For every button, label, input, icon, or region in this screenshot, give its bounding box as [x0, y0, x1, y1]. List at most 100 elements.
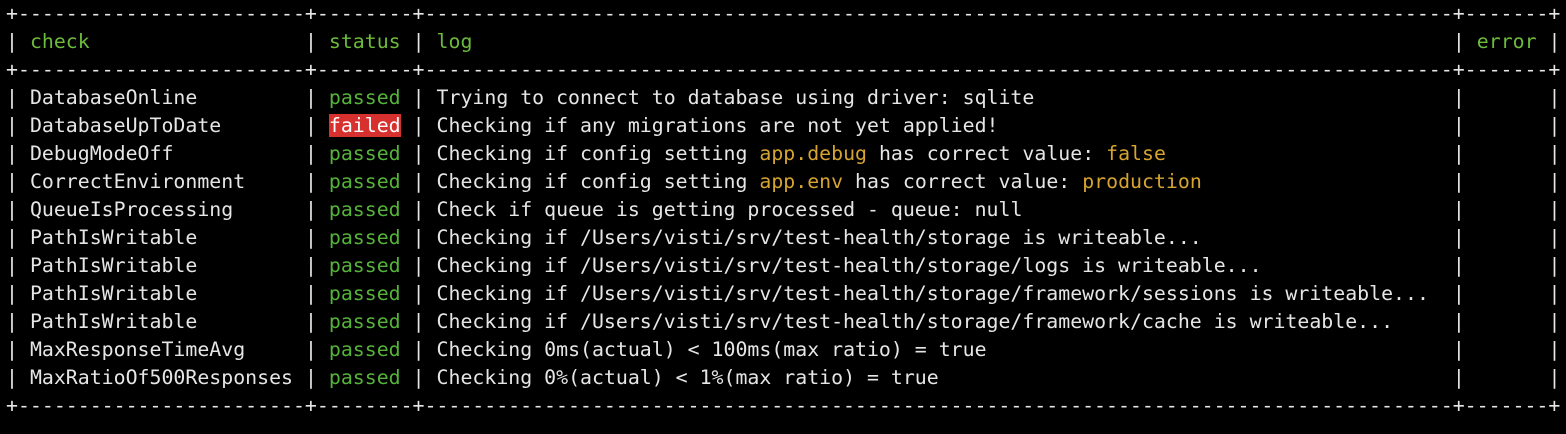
table-row: | MaxRatioOf500Responses | passed | Chec…: [6, 364, 1561, 392]
header-check: check: [29, 30, 90, 53]
column-separator: |: [1452, 366, 1465, 389]
column-separator: |: [304, 170, 317, 193]
cell-check: DebugModeOff: [29, 142, 174, 165]
cell-check: MaxResponseTimeAvg: [29, 338, 246, 361]
column-separator: |: [6, 226, 18, 249]
log-text: has correct value:: [866, 142, 1107, 165]
cell-check: PathIsWritable: [29, 282, 198, 305]
column-separator: |: [1452, 114, 1465, 137]
column-separator: |: [1548, 366, 1561, 389]
cell-check: MaxRatioOf500Responses: [29, 366, 293, 389]
log-text: Checking if config setting: [436, 142, 760, 165]
status-badge-passed: passed: [328, 86, 401, 109]
column-separator: |: [6, 198, 18, 221]
column-separator: |: [304, 198, 317, 221]
column-separator: |: [412, 254, 425, 277]
column-separator: |: [1548, 170, 1561, 193]
column-separator: |: [1548, 310, 1561, 333]
column-separator: |: [304, 226, 317, 249]
column-separator: |: [1548, 282, 1561, 305]
header-error: error: [1476, 30, 1537, 53]
column-separator: |: [1548, 226, 1561, 249]
column-separator: |: [412, 86, 425, 109]
column-separator: |: [6, 282, 18, 305]
column-separator: |: [412, 366, 425, 389]
log-text: Checking if /Users/visti/srv/test-health…: [436, 254, 1262, 277]
column-separator: |: [304, 282, 317, 305]
status-badge-passed: passed: [328, 198, 401, 221]
table-row: | PathIsWritable | passed | Checking if …: [6, 280, 1561, 308]
log-text: Checking if config setting: [436, 170, 760, 193]
status-badge-passed: passed: [328, 338, 401, 361]
cell-check: DatabaseUpToDate: [29, 114, 222, 137]
log-text: Trying to connect to database using driv…: [436, 86, 1035, 109]
column-separator: |: [1452, 30, 1465, 53]
column-separator: |: [6, 338, 18, 361]
table-row: | QueueIsProcessing | passed | Check if …: [6, 196, 1561, 224]
column-separator: |: [1548, 114, 1561, 137]
column-separator: |: [412, 282, 425, 305]
column-separator: |: [1548, 254, 1561, 277]
log-text: Checking if /Users/visti/srv/test-health…: [436, 282, 1429, 305]
column-separator: |: [412, 142, 425, 165]
table-top-border: +------------------------+--------+-----…: [6, 2, 1561, 25]
table-row: | PathIsWritable | passed | Checking if …: [6, 308, 1561, 336]
cell-check: CorrectEnvironment: [29, 170, 246, 193]
status-badge-passed: passed: [328, 282, 401, 305]
column-separator: |: [1548, 86, 1561, 109]
column-separator: |: [1452, 86, 1465, 109]
status-badge-passed: passed: [328, 142, 401, 165]
column-separator: |: [412, 338, 425, 361]
column-separator: |: [304, 114, 317, 137]
column-separator: |: [6, 366, 18, 389]
table-row: | DebugModeOff | passed | Checking if co…: [6, 140, 1561, 168]
log-text: Check if queue is getting processed - qu…: [436, 198, 1023, 221]
log-text: Checking if /Users/visti/srv/test-health…: [436, 310, 1394, 333]
log-highlight: app.debug: [759, 142, 867, 165]
log-text: Checking if any migrations are not yet a…: [436, 114, 999, 137]
column-separator: |: [1452, 310, 1465, 333]
column-separator: |: [1452, 142, 1465, 165]
terminal-output: +------------------------+--------+-----…: [6, 0, 1561, 420]
table-row: | DatabaseOnline | passed | Trying to co…: [6, 84, 1561, 112]
column-separator: |: [412, 226, 425, 249]
column-separator: |: [1548, 198, 1561, 221]
column-separator: |: [6, 310, 18, 333]
cell-check: PathIsWritable: [29, 226, 198, 249]
log-text: has correct value:: [843, 170, 1083, 193]
log-highlight: false: [1106, 142, 1166, 165]
column-separator: |: [304, 142, 317, 165]
column-separator: |: [412, 198, 425, 221]
status-badge-passed: passed: [328, 310, 401, 333]
log-highlight: production: [1082, 170, 1202, 193]
column-separator: |: [412, 114, 425, 137]
status-badge-passed: passed: [328, 226, 401, 249]
column-separator: |: [304, 366, 317, 389]
table-row: | CorrectEnvironment | passed | Checking…: [6, 168, 1561, 196]
header-log: log: [436, 30, 473, 53]
column-separator: |: [6, 30, 18, 53]
column-separator: |: [6, 86, 18, 109]
log-highlight: app.env: [759, 170, 844, 193]
column-separator: |: [304, 310, 317, 333]
status-badge-passed: passed: [328, 254, 401, 277]
column-separator: |: [6, 170, 18, 193]
status-badge-passed: passed: [328, 366, 401, 389]
cell-check: PathIsWritable: [29, 310, 198, 333]
column-separator: |: [304, 338, 317, 361]
header-status: status: [328, 30, 401, 53]
table-row: | DatabaseUpToDate | failed | Checking i…: [6, 112, 1561, 140]
column-separator: |: [304, 86, 317, 109]
column-separator: |: [1452, 170, 1465, 193]
column-separator: |: [1452, 254, 1465, 277]
column-separator: |: [1548, 142, 1561, 165]
column-separator: |: [6, 254, 18, 277]
column-separator: |: [412, 310, 425, 333]
column-separator: |: [1548, 30, 1561, 53]
column-separator: |: [412, 170, 425, 193]
column-separator: |: [1452, 282, 1465, 305]
cell-check: PathIsWritable: [29, 254, 198, 277]
table-header-border: +------------------------+--------+-----…: [6, 58, 1561, 81]
status-badge-failed: failed: [328, 114, 401, 137]
table-row: | MaxResponseTimeAvg | passed | Checking…: [6, 336, 1561, 364]
